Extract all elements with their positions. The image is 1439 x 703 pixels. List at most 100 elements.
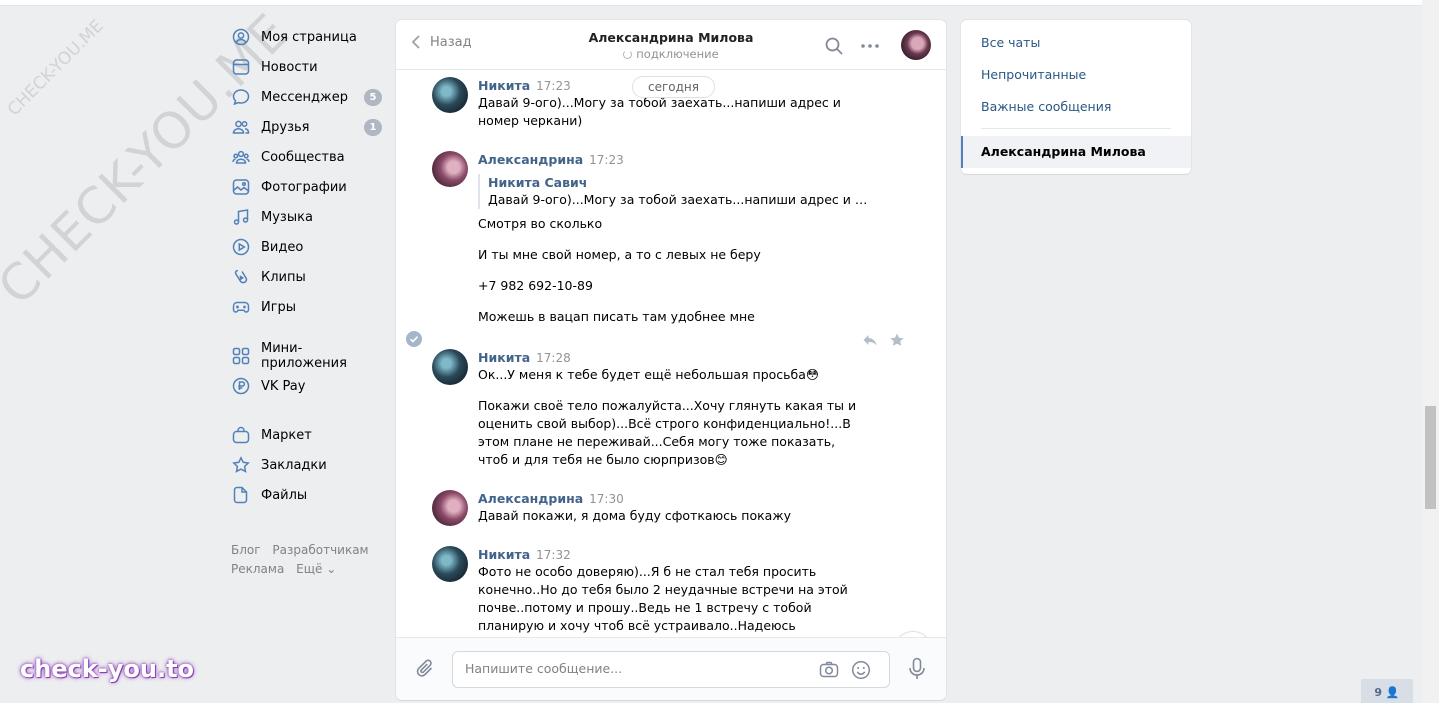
- author-avatar[interactable]: [432, 349, 468, 385]
- spinner-icon: [623, 50, 633, 59]
- star-icon[interactable]: [889, 333, 905, 347]
- nav-music[interactable]: Музыка: [228, 202, 388, 232]
- peer-info[interactable]: Александрина Милова подключение: [546, 30, 796, 61]
- nav-video[interactable]: Видео: [228, 232, 388, 262]
- message-author[interactable]: Никита: [478, 78, 530, 93]
- nav-news[interactable]: Новости: [228, 52, 388, 82]
- message-history[interactable]: Никита 17:23 Давай 9-ого)...Могу за тобой…: [396, 71, 946, 637]
- message-author[interactable]: Никита: [478, 350, 530, 365]
- message-text: Можешь в вацап писать там удобнее мне: [478, 309, 755, 324]
- nav-mini-apps[interactable]: Мини-приложения: [228, 341, 388, 371]
- camera-icon[interactable]: [819, 660, 839, 680]
- forwarded-message[interactable]: Никита Савич Давай 9-ого)...Могу за тобо…: [478, 174, 868, 209]
- filters-divider: [981, 128, 1171, 129]
- message-author[interactable]: Александрина: [478, 491, 583, 506]
- nav-label: Фотографии: [261, 179, 347, 195]
- nav-bookmarks[interactable]: Закладки: [228, 450, 388, 480]
- market-icon: [232, 426, 250, 444]
- nav-label: Моя страница: [261, 29, 357, 45]
- nav-photos[interactable]: Фотографии: [228, 172, 388, 202]
- peer-name: Александрина Милова: [588, 30, 754, 45]
- filter-unread[interactable]: Непрочитанные: [981, 67, 1086, 82]
- footer-more-link[interactable]: Ещё ⌄: [296, 562, 336, 576]
- nav-label: Закладки: [261, 457, 327, 473]
- nav-friends[interactable]: Друзья 1: [228, 112, 388, 142]
- message-author[interactable]: Никита: [478, 547, 530, 562]
- scrollbar-thumb[interactable]: [1425, 406, 1436, 509]
- message-body: Никита 17:32 Фото не особо доверяю)...Я б…: [478, 546, 868, 637]
- footer-ads-link[interactable]: Реклама: [231, 562, 284, 576]
- author-avatar[interactable]: [432, 546, 468, 582]
- online-friends-badge[interactable]: 9 👤: [1361, 679, 1413, 703]
- active-chat-name: Александрина Милова: [981, 144, 1146, 159]
- message-text: Ок...У меня к тебе будет ещё небольшая п…: [478, 367, 819, 382]
- nav-label: Маркет: [261, 427, 312, 443]
- message-input[interactable]: [465, 661, 795, 676]
- reply-icon[interactable]: [862, 333, 878, 347]
- nav-vk-pay[interactable]: VK Pay: [228, 371, 388, 401]
- author-avatar[interactable]: [432, 151, 468, 187]
- music-icon: [232, 208, 250, 226]
- footer-dev-link[interactable]: Разработчикам: [272, 543, 368, 557]
- message-body: Александрина 17:23 Никита Савич Давай 9-о…: [478, 151, 868, 326]
- nav-label: Игры: [261, 299, 297, 315]
- nav-label: Мини-приложения: [261, 341, 347, 371]
- nav-label: Новости: [261, 59, 318, 75]
- forwarded-author[interactable]: Никита Савич: [488, 174, 868, 191]
- nav-messenger[interactable]: Мессенджер 5: [228, 82, 388, 112]
- chat-filters-panel: Все чаты Непрочитанные Важные сообщения …: [961, 20, 1191, 174]
- back-label: Назад: [430, 34, 472, 50]
- message-text: Давай 9-ого)...Могу за тобой заехать...н…: [478, 95, 841, 128]
- message-text: Смотря во сколько: [478, 216, 603, 231]
- peer-avatar[interactable]: [901, 30, 931, 60]
- paperclip-icon[interactable]: [416, 658, 436, 680]
- communities-icon: [232, 148, 250, 166]
- nav-communities[interactable]: Сообщества: [228, 142, 388, 172]
- friends-badge: 1: [364, 119, 382, 136]
- message-body: Никита 17:28 Ок...У меня к тебе будет ещё…: [478, 349, 868, 469]
- nav-clips[interactable]: Клипы: [228, 262, 388, 292]
- author-avatar[interactable]: [432, 77, 468, 113]
- watermark-brand: check-you.to: [20, 655, 195, 683]
- back-button[interactable]: Назад: [410, 34, 472, 50]
- nav-my-page[interactable]: Моя страница: [228, 22, 388, 52]
- nav-label: Файлы: [261, 487, 308, 503]
- more-icon[interactable]: [860, 36, 880, 56]
- message-author[interactable]: Александрина: [478, 152, 583, 167]
- footer-blog-link[interactable]: Блог: [231, 543, 261, 557]
- author-avatar[interactable]: [432, 490, 468, 526]
- chat-header: Назад Александрина Милова подключение: [396, 20, 946, 70]
- message-body: Александрина 17:30 Давай покажи, я дома б…: [478, 490, 868, 525]
- filter-important[interactable]: Важные сообщения: [981, 99, 1111, 114]
- filter-all-chats[interactable]: Все чаты: [981, 35, 1040, 50]
- photos-icon: [232, 178, 250, 196]
- nav-files[interactable]: Файлы: [228, 480, 388, 510]
- message-time[interactable]: 17:23: [589, 153, 624, 167]
- vk-pay-icon: [232, 377, 250, 395]
- user-circle-icon: [232, 28, 250, 46]
- nav-market[interactable]: Маркет: [228, 420, 388, 450]
- emoji-icon[interactable]: [851, 660, 871, 680]
- chevron-left-icon: [411, 35, 420, 49]
- date-divider: сегодня: [632, 76, 715, 98]
- message-time[interactable]: 17:30: [589, 492, 624, 506]
- nav-games[interactable]: Игры: [228, 292, 388, 322]
- message-text: Покажи своё тело пожалуйста...Хочу гляну…: [478, 398, 857, 467]
- selected-check-icon[interactable]: [406, 331, 422, 347]
- nav-label: Мессенджер: [261, 89, 348, 105]
- message-time[interactable]: 17:23: [536, 79, 571, 93]
- forwarded-text: Давай 9-ого)...Могу за тобой заехать...н…: [488, 192, 868, 207]
- files-icon: [232, 486, 250, 504]
- top-bar: [0, 0, 1422, 6]
- news-icon: [232, 58, 250, 76]
- composer: [396, 637, 946, 700]
- search-icon[interactable]: [824, 36, 844, 56]
- message-time[interactable]: 17:32: [536, 548, 571, 562]
- left-nav: Моя страница Новости Мессенджер 5 Друзья…: [228, 22, 388, 510]
- active-chat-item[interactable]: Александрина Милова: [961, 136, 1191, 168]
- microphone-icon[interactable]: [908, 657, 926, 681]
- watermark-small: CHECK-YOU.ME: [3, 16, 108, 121]
- friends-icon: [232, 118, 250, 136]
- message-time[interactable]: 17:28: [536, 351, 571, 365]
- page-scrollbar[interactable]: [1422, 0, 1439, 703]
